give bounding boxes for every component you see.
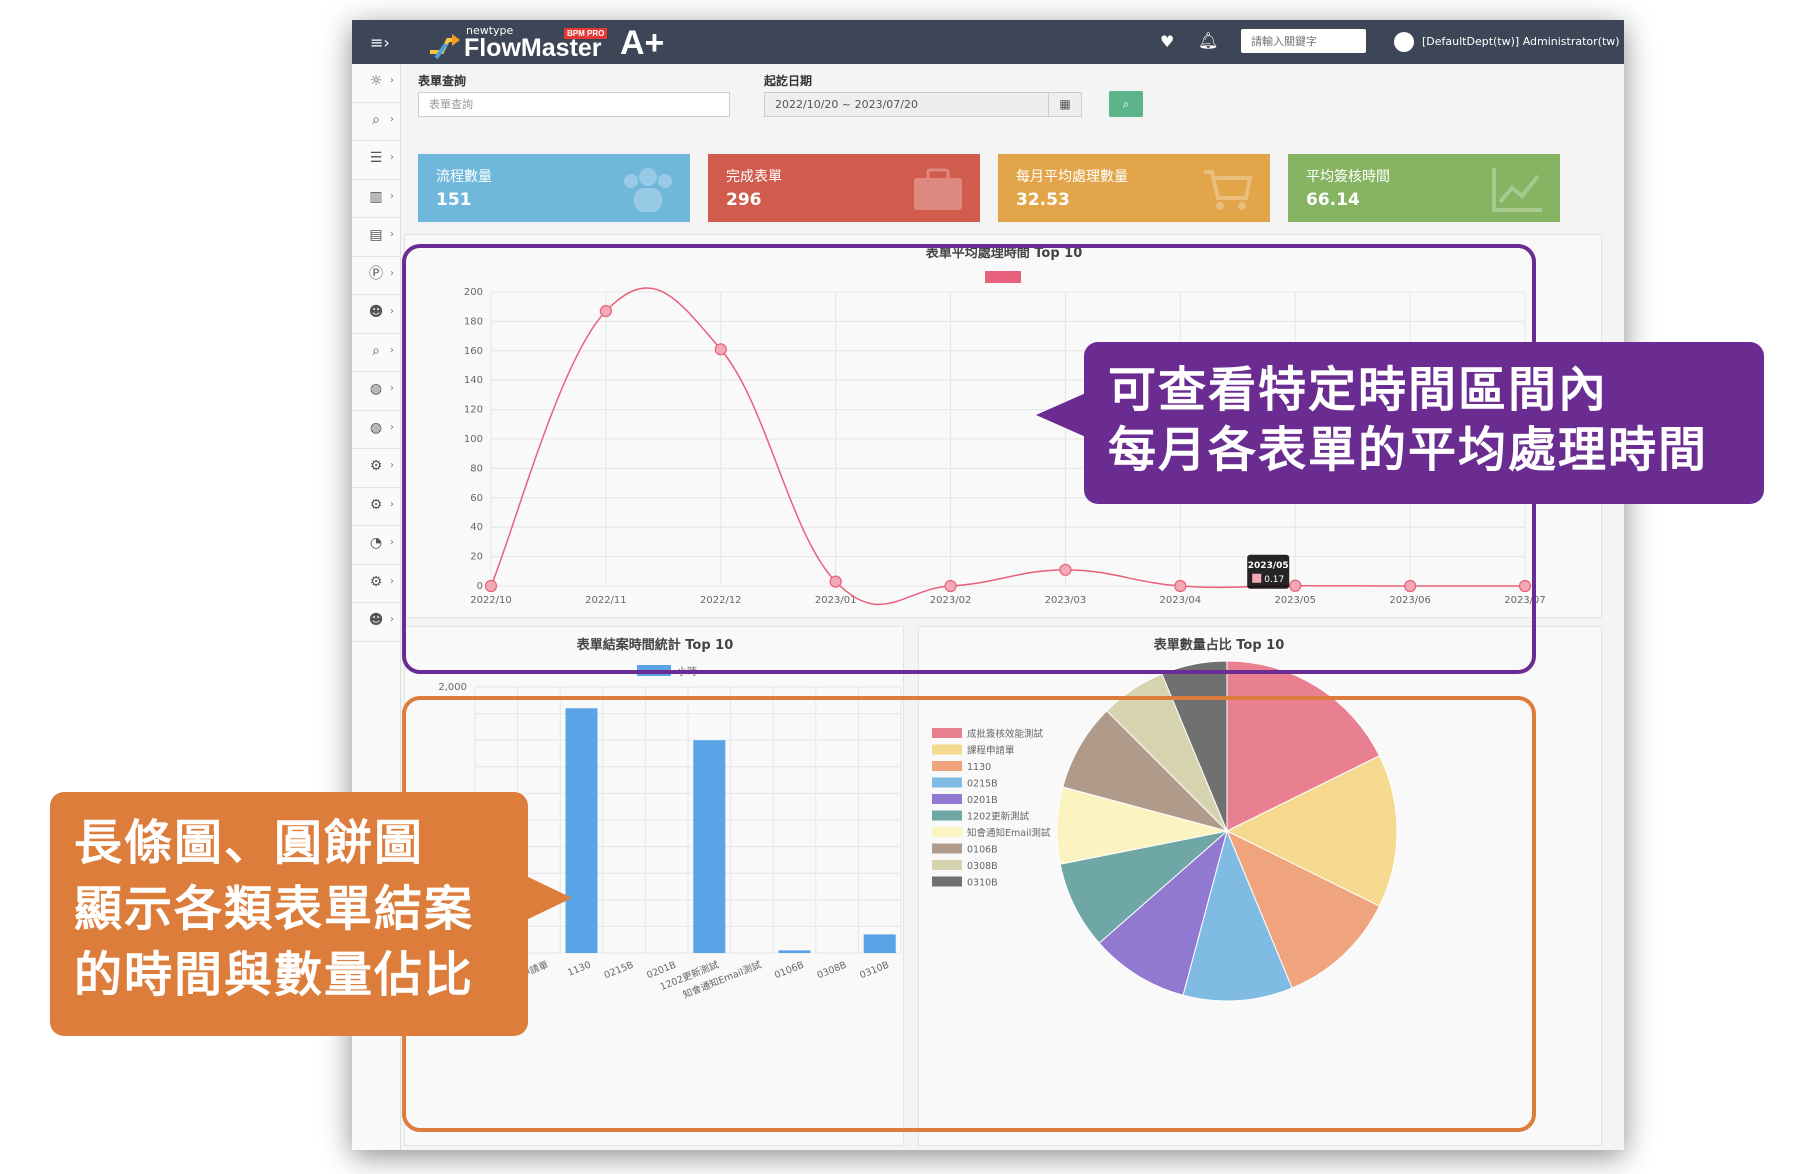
chevron-right-icon: ›	[390, 575, 394, 587]
stat-card-value: 32.53	[1016, 190, 1070, 210]
orange-callout-pointer	[522, 874, 572, 922]
orange-callout-line2: 顯示各類表單結案	[74, 881, 475, 937]
calendar-icon[interactable]: ▦	[1048, 92, 1082, 117]
orange-callout-line1: 長條圖、圓餅圖	[74, 815, 425, 871]
sidebar-item-13[interactable]: ◔ ›	[352, 526, 400, 565]
stat-card-title: 完成表單	[726, 169, 782, 185]
chevron-right-icon: ›	[390, 75, 394, 86]
sidebar-item-8[interactable]: ⌕ ›	[352, 334, 400, 372]
dashboard-icon: ◔	[369, 535, 383, 551]
bar-chart-icon: ▥	[369, 188, 383, 205]
logo-aplus: A+	[620, 24, 665, 62]
form-query-label: 表單查詢	[418, 74, 467, 88]
chevron-right-icon: ›	[390, 190, 394, 202]
sidebar-item-14[interactable]: ⚙ ›	[352, 565, 400, 603]
orange-callout: 長條圖、圓餅圖 顯示各類表單結案 的時間與數量佔比	[50, 792, 528, 1036]
chevron-right-icon: ›	[390, 229, 394, 240]
sidebar-item-3[interactable]: ☰ ›	[352, 141, 400, 180]
top-navbar: ≡› newtype FlowMaster BPM PRO A+ ♥ 🔔︎ [D…	[352, 20, 1624, 64]
stat-card-value: 296	[726, 190, 762, 210]
chevron-right-icon: ›	[390, 537, 394, 548]
sidebar-item-1[interactable]: ☼ ›	[352, 64, 400, 103]
cart-icon	[1204, 170, 1253, 210]
chevron-right-icon: ›	[390, 113, 394, 125]
highlight-frame-orange	[402, 696, 1536, 1132]
stat-card-title: 每月平均處理數量	[1016, 169, 1128, 185]
gear-icon: ⚙	[369, 573, 383, 590]
orange-callout-line3: 的時間與數量佔比	[74, 947, 475, 1003]
sidebar-item-15[interactable]: ☻ ›	[352, 603, 400, 642]
flowmaster-logo[interactable]: newtype FlowMaster BPM PRO A+	[426, 24, 664, 62]
stat-card-1[interactable]: 流程數量 151	[418, 154, 690, 222]
sidebar-item-6[interactable]: Ⓟ ›	[352, 257, 400, 295]
gear-icon: ⚙	[369, 496, 383, 513]
stat-card-4[interactable]: 平均簽核時間 66.14	[1288, 154, 1560, 222]
chevron-right-icon: ›	[390, 614, 394, 625]
logo-arrow-icon	[430, 34, 460, 60]
lightbulb-icon: ☼	[369, 73, 383, 89]
users-icon	[624, 168, 672, 212]
chevron-right-icon: ›	[390, 383, 394, 394]
keyword-search-input[interactable]	[1241, 29, 1366, 53]
trend-icon	[1492, 168, 1542, 212]
chevron-right-icon: ›	[390, 460, 394, 471]
briefcase-icon	[914, 168, 962, 210]
purple-callout-line2: 每月各表單的平均處理時間	[1108, 422, 1709, 478]
globe-icon: ◍	[369, 381, 383, 397]
globe-icon: ◍	[369, 419, 383, 436]
stat-card-value: 151	[436, 190, 472, 210]
list-icon: ☰	[369, 150, 383, 166]
search-icon: ⌕	[372, 111, 380, 128]
y-tick-label: 2,000	[438, 682, 467, 693]
sidebar-item-9[interactable]: ◍ ›	[352, 372, 400, 411]
users-icon: ☻	[368, 304, 384, 320]
chevron-right-icon: ›	[390, 306, 394, 317]
date-range-label: 起訖日期	[764, 74, 813, 88]
date-range-input[interactable]: 2022/10/20 ~ 2023/07/20	[764, 92, 1049, 117]
stat-card-title: 流程數量	[436, 169, 492, 185]
stat-card-title: 平均簽核時間	[1306, 169, 1390, 185]
stat-card-2[interactable]: 完成表單 296	[708, 154, 980, 222]
favorites-icon[interactable]: ♥	[1160, 32, 1174, 51]
purple-callout-pointer	[1036, 392, 1088, 438]
stat-card-3[interactable]: 每月平均處理數量 32.53	[998, 154, 1270, 222]
parking-icon: Ⓟ	[369, 265, 383, 282]
purple-callout: 可查看特定時間區間內 每月各表單的平均處理時間	[1084, 342, 1764, 504]
chevron-right-icon: ›	[390, 344, 394, 356]
sidebar-item-5[interactable]: ▤ ›	[352, 218, 400, 257]
user-avatar[interactable]	[1394, 32, 1414, 52]
logo-badge: BPM PRO	[564, 28, 608, 39]
sidebar-item-10[interactable]: ◍ ›	[352, 411, 400, 449]
stat-card-value: 66.14	[1306, 190, 1360, 210]
chevron-right-icon: ›	[390, 498, 394, 510]
form-query-input[interactable]: 表單查詢	[418, 92, 730, 117]
sidebar-item-4[interactable]: ▥ ›	[352, 180, 400, 218]
sidebar-item-12[interactable]: ⚙ ›	[352, 488, 400, 526]
search-submit-button[interactable]: ⌕	[1109, 91, 1143, 117]
chevron-right-icon: ›	[390, 421, 394, 433]
purple-callout-line1: 可查看特定時間區間內	[1108, 362, 1609, 418]
sidebar-item-7[interactable]: ☻ ›	[352, 295, 400, 334]
chevron-right-icon: ›	[390, 267, 394, 279]
sidebar-item-11[interactable]: ⚙ ›	[352, 449, 400, 488]
users-icon: ☻	[368, 612, 384, 628]
gear-icon: ⚙	[369, 458, 383, 474]
search-icon: ⌕	[372, 342, 380, 359]
menu-toggle-icon[interactable]: ≡›	[370, 33, 390, 52]
chevron-right-icon: ›	[390, 152, 394, 163]
sidebar-item-2[interactable]: ⌕ ›	[352, 103, 400, 141]
book-icon: ▤	[369, 227, 383, 243]
notification-bell-icon[interactable]: 🔔︎	[1198, 31, 1218, 50]
user-name[interactable]: [DefaultDept(tw)] Administrator(tw)	[1422, 35, 1620, 48]
